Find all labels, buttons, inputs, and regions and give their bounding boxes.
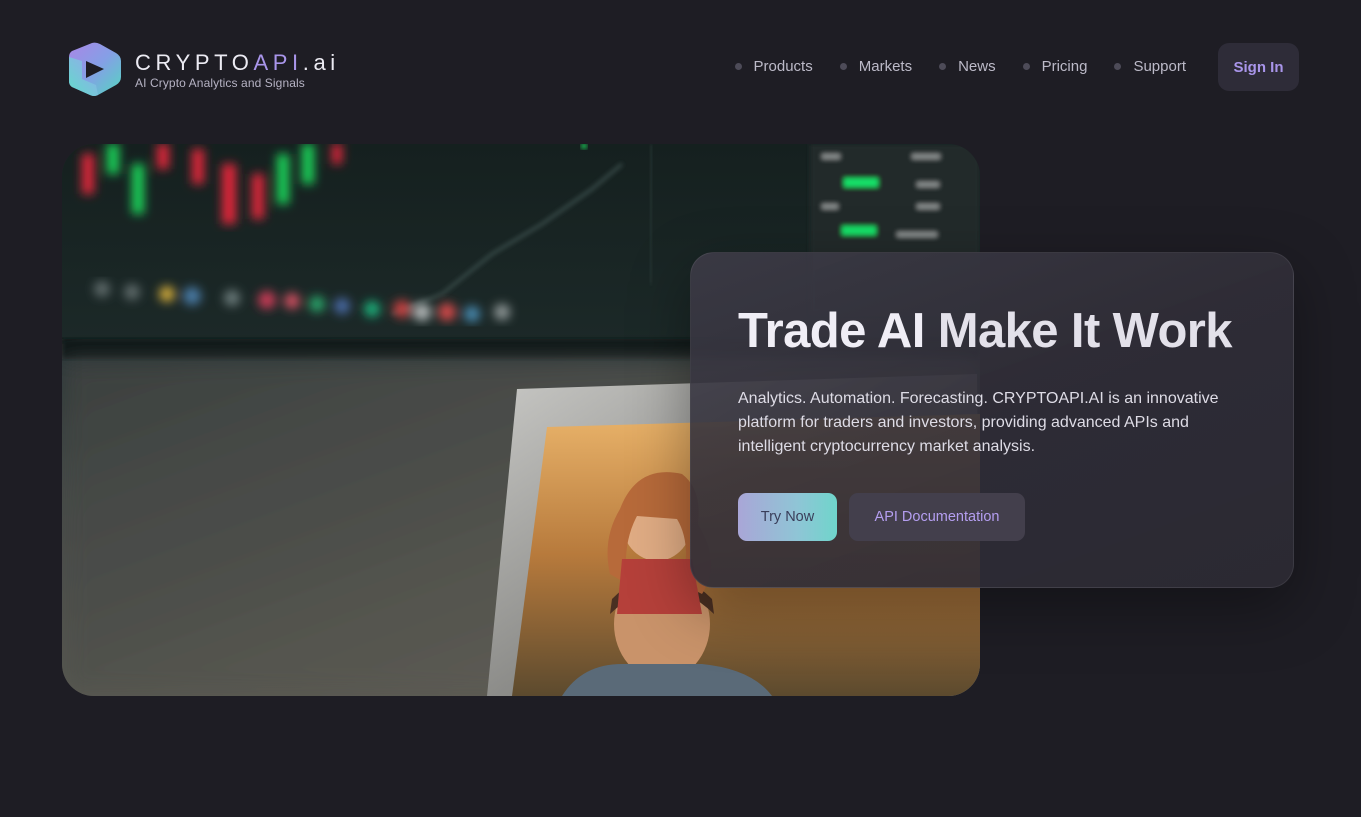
nav-item-label: Markets (858, 58, 913, 75)
main-nav: Products Markets News Pricing Support (734, 58, 1186, 75)
landing-page: CRYPTOAPI.ai AI Crypto Analytics and Sig… (0, 0, 1361, 817)
bullet-icon (734, 63, 742, 70)
nav-item-label: News (958, 58, 996, 75)
api-documentation-button[interactable]: API Documentation (849, 493, 1025, 541)
hero-card: Trade AI Make It Work Analytics. Automat… (690, 252, 1294, 588)
nav-item-products[interactable]: Products (734, 58, 813, 75)
nav-item-pricing[interactable]: Pricing (1022, 58, 1088, 75)
nav-item-news[interactable]: News (939, 58, 996, 75)
brand-api: API (253, 49, 303, 75)
nav-item-markets[interactable]: Markets (839, 58, 913, 75)
headline-strong: Trade AI (738, 304, 925, 358)
headline-light: Make It Work (937, 304, 1233, 358)
hero-headline: Trade AI Make It Work (738, 301, 1233, 361)
bullet-icon (839, 63, 847, 70)
logo-icon (69, 42, 121, 96)
bullet-icon (1022, 63, 1030, 70)
logo[interactable]: CRYPTOAPI.ai AI Crypto Analytics and Sig… (68, 41, 340, 97)
brand-crypto: CRYPTO (135, 49, 254, 75)
nav-item-label: Pricing (1041, 58, 1088, 75)
brand-tagline: AI Crypto Analytics and Signals (135, 75, 305, 90)
brand-name: CRYPTOAPI.ai (135, 49, 340, 75)
bullet-icon (1114, 63, 1122, 70)
nav-item-support[interactable]: Support (1114, 58, 1186, 75)
nav-item-label: Support (1133, 58, 1186, 75)
brand-ai: .ai (302, 49, 340, 75)
sign-in-button[interactable]: Sign In (1218, 43, 1299, 91)
nav-item-label: Products (753, 58, 813, 75)
try-now-button[interactable]: Try Now (738, 493, 837, 541)
bullet-icon (939, 63, 947, 70)
hero-description: Analytics. Automation. Forecasting. CRYP… (738, 390, 1219, 455)
